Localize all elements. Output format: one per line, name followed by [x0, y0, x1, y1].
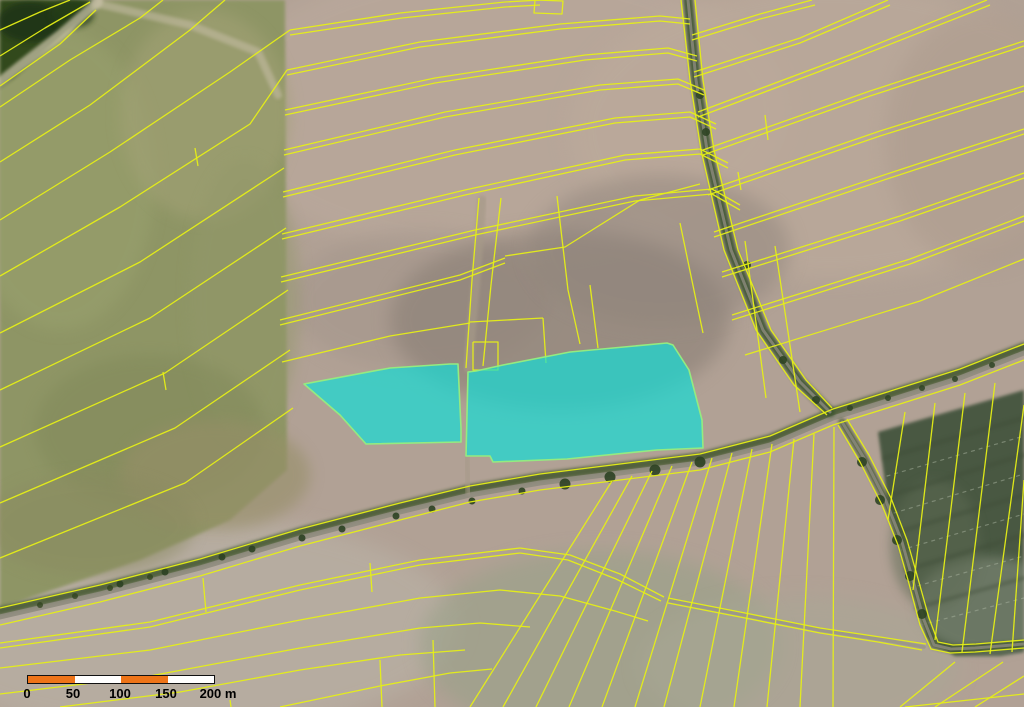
scale-label: 50 — [66, 686, 80, 701]
scale-label: 0 — [23, 686, 30, 701]
trees — [107, 585, 113, 591]
scale-bar-segment — [28, 676, 75, 683]
scale-bar-segment — [168, 676, 215, 683]
scale-bar-segments — [27, 675, 215, 684]
scale-label: 200 m — [200, 686, 237, 701]
trees — [249, 546, 256, 553]
map-canvas — [0, 0, 1024, 707]
trees — [702, 128, 710, 136]
trees — [162, 569, 169, 576]
trees — [952, 376, 958, 382]
trees — [989, 362, 995, 368]
trees — [299, 535, 306, 542]
trees — [919, 385, 925, 391]
scale-bar-segment — [121, 676, 168, 683]
scale-bar-segment — [75, 676, 122, 683]
aerial-map-view[interactable]: 0 50 100 150 200 m — [0, 0, 1024, 707]
scale-label: 100 — [109, 686, 131, 701]
scale-label: 150 — [155, 686, 177, 701]
trees — [885, 395, 891, 401]
trees — [847, 405, 853, 411]
terrain-layer — [0, 0, 1024, 707]
trees — [339, 526, 346, 533]
trees — [37, 602, 43, 608]
trees — [695, 457, 706, 468]
trees — [72, 593, 78, 599]
trees — [219, 554, 226, 561]
trees — [779, 356, 787, 364]
trees — [117, 581, 124, 588]
trees — [393, 513, 400, 520]
trees — [147, 574, 153, 580]
scale-bar-labels: 0 50 100 150 200 m — [27, 686, 213, 702]
